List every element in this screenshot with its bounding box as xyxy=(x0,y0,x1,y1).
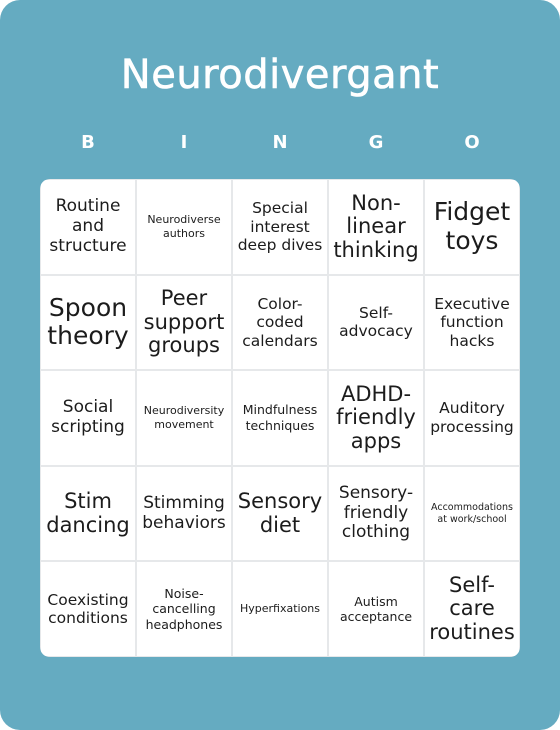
bingo-cell[interactable]: Self-care routines xyxy=(425,562,519,656)
bingo-cell[interactable]: Autism acceptance xyxy=(329,562,423,656)
bingo-cell[interactable]: Stimming behaviors xyxy=(137,466,231,561)
bingo-cell[interactable]: Neurodiverse authors xyxy=(137,180,231,274)
header-letter-i: I xyxy=(180,132,188,153)
bingo-cell[interactable]: Color-coded calendars xyxy=(233,275,327,370)
bingo-cell[interactable]: Special interest deep dives xyxy=(233,180,327,274)
bingo-header: B I N G O xyxy=(40,132,520,153)
bingo-cell[interactable]: Neurodiversity movement xyxy=(137,371,231,465)
bingo-cell[interactable]: Mindfulness techniques xyxy=(233,371,327,465)
bingo-cell[interactable]: Social scripting xyxy=(41,371,135,465)
bingo-cell[interactable]: Self-advocacy xyxy=(329,275,423,370)
bingo-cell[interactable]: Stim dancing xyxy=(41,466,135,561)
bingo-cell[interactable]: Sensory-friendly clothing xyxy=(329,466,423,561)
card-title: Neurodivergant xyxy=(120,52,440,99)
header-letter-n: N xyxy=(272,132,288,153)
bingo-grid: Routine and structure Neurodiverse autho… xyxy=(40,179,520,657)
bingo-cell[interactable]: Coexisting conditions xyxy=(41,562,135,656)
bingo-cell[interactable]: Noise-cancelling headphones xyxy=(137,562,231,656)
bingo-cell[interactable]: Routine and structure xyxy=(41,180,135,274)
bingo-cell[interactable]: Sensory diet xyxy=(233,466,327,561)
bingo-card: Neurodivergant B I N G O Routine and str… xyxy=(0,0,560,730)
bingo-cell[interactable]: Executive function hacks xyxy=(425,275,519,370)
bingo-cell[interactable]: Hyperfixations xyxy=(233,562,327,656)
bingo-cell[interactable]: Peer support groups xyxy=(137,275,231,370)
bingo-cell[interactable]: Spoon theory xyxy=(41,275,135,370)
header-letter-g: G xyxy=(368,132,384,153)
header-letter-b: B xyxy=(81,132,95,153)
bingo-cell[interactable]: Accommodations at work/school xyxy=(425,466,519,561)
bingo-cell[interactable]: Auditory processing xyxy=(425,371,519,465)
header-letter-o: O xyxy=(464,132,480,153)
bingo-cell[interactable]: Non-linear thinking xyxy=(329,180,423,274)
bingo-cell[interactable]: ADHD-friendly apps xyxy=(329,371,423,465)
bingo-cell[interactable]: Fidget toys xyxy=(425,180,519,274)
